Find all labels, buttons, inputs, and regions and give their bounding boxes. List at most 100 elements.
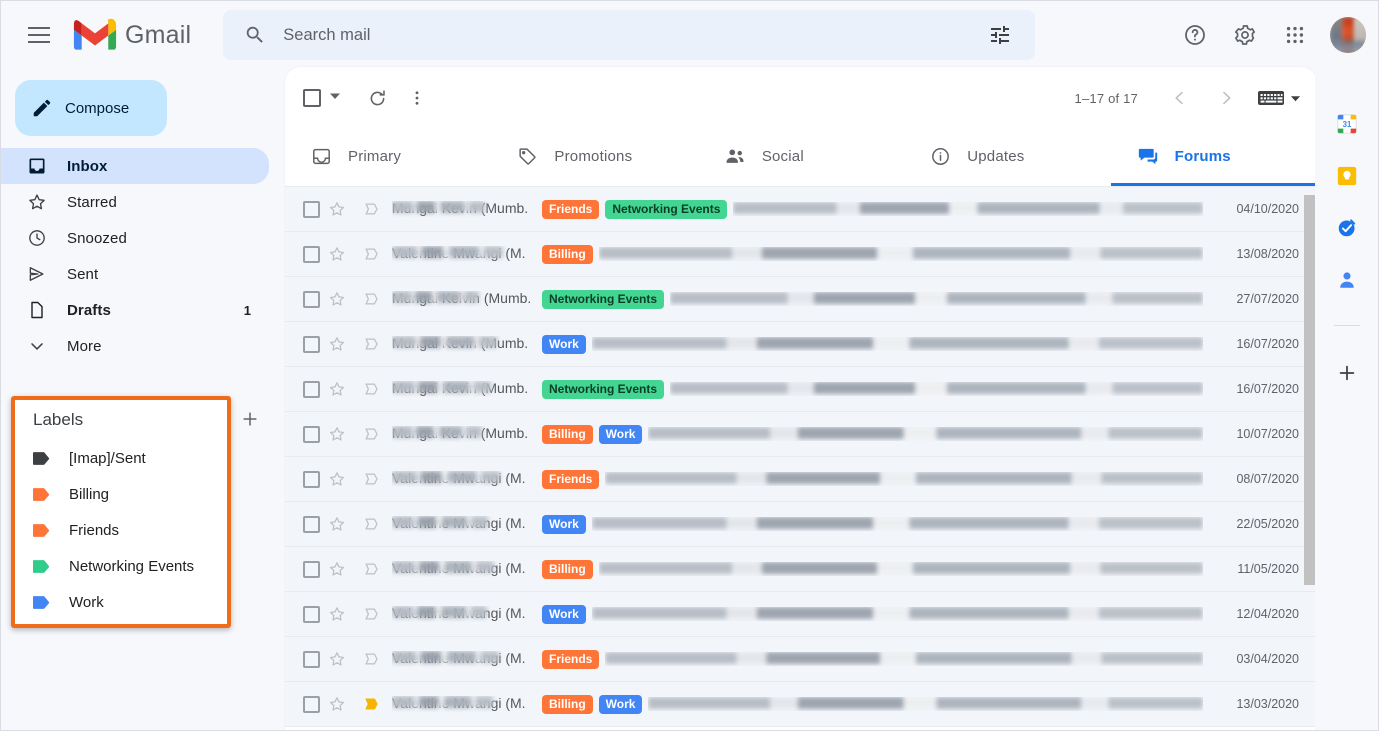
refresh-icon[interactable]	[357, 78, 397, 118]
tab-social[interactable]: Social	[698, 129, 904, 186]
important-marker-icon[interactable]	[354, 200, 388, 218]
star-icon[interactable]	[320, 335, 354, 353]
chevron-left-icon[interactable]	[1160, 78, 1200, 118]
row-checkbox[interactable]	[303, 426, 320, 443]
important-marker-icon[interactable]	[354, 560, 388, 578]
label-chip[interactable]: Friends	[542, 470, 599, 489]
google-keep-icon[interactable]	[1336, 165, 1358, 187]
label-item-networking-events[interactable]: Networking Events	[15, 548, 227, 584]
table-row[interactable]: Valentine Mwangi (M.Friends03/04/2020	[285, 637, 1317, 682]
table-row[interactable]: Valentine Mwangi (M.Friends08/07/2020	[285, 457, 1317, 502]
row-checkbox[interactable]	[303, 291, 320, 308]
label-chip[interactable]: Friends	[542, 200, 599, 219]
row-checkbox[interactable]	[303, 516, 320, 533]
star-icon[interactable]	[320, 515, 354, 533]
row-checkbox[interactable]	[303, 606, 320, 623]
label-chip[interactable]: Work	[542, 605, 586, 624]
table-row[interactable]: Valentine Mwangi (M.Work22/05/2020	[285, 502, 1317, 547]
star-icon[interactable]	[320, 425, 354, 443]
row-checkbox[interactable]	[303, 651, 320, 668]
star-icon[interactable]	[320, 200, 354, 218]
label-chip[interactable]: Work	[542, 335, 586, 354]
star-icon[interactable]	[320, 380, 354, 398]
important-marker-icon[interactable]	[354, 470, 388, 488]
search-icon[interactable]	[235, 15, 275, 55]
table-row[interactable]: Mungai Kevin (Mumb.BillingWork10/07/2020	[285, 412, 1317, 457]
label-chip[interactable]: Friends	[542, 650, 599, 669]
label-item-imap-sent[interactable]: [Imap]/Sent	[15, 440, 227, 476]
row-checkbox[interactable]	[303, 201, 320, 218]
important-marker-icon[interactable]	[354, 380, 388, 398]
label-chip[interactable]: Billing	[542, 695, 593, 714]
label-item-billing[interactable]: Billing	[15, 476, 227, 512]
tab-primary[interactable]: Primary	[285, 129, 491, 186]
list-scrollbar[interactable]	[1304, 195, 1315, 585]
important-marker-icon[interactable]	[354, 425, 388, 443]
important-marker-icon[interactable]	[354, 605, 388, 623]
label-chip[interactable]: Work	[542, 515, 586, 534]
add-addon-icon[interactable]	[1336, 362, 1358, 384]
label-item-work[interactable]: Work	[15, 584, 227, 620]
label-chip[interactable]: Billing	[542, 425, 593, 444]
star-icon[interactable]	[320, 245, 354, 263]
table-row[interactable]: Mungai Kevin (Mumb.Work16/07/2020	[285, 322, 1317, 367]
star-icon[interactable]	[320, 650, 354, 668]
table-row[interactable]: Valentine Mwangi (M.Billing11/05/2020	[285, 547, 1317, 592]
avatar[interactable]	[1330, 17, 1366, 53]
row-checkbox[interactable]	[303, 381, 320, 398]
star-icon[interactable]	[320, 290, 354, 308]
search-bar[interactable]	[223, 10, 1035, 60]
select-all-chevron-down-icon[interactable]	[329, 89, 341, 107]
tab-updates[interactable]: Updates	[904, 129, 1110, 186]
more-vertical-icon[interactable]	[397, 78, 437, 118]
label-chip[interactable]: Billing	[542, 560, 593, 579]
help-icon[interactable]	[1172, 12, 1218, 58]
google-contacts-icon[interactable]	[1336, 269, 1358, 291]
select-all-checkbox[interactable]	[303, 89, 321, 107]
star-icon[interactable]	[320, 695, 354, 713]
label-chip[interactable]: Networking Events	[542, 380, 664, 399]
sidebar-item-snoozed[interactable]: Snoozed	[1, 220, 269, 256]
tab-forums[interactable]: Forums	[1111, 129, 1317, 186]
label-chip[interactable]: Work	[599, 425, 643, 444]
search-filter-icon[interactable]	[977, 12, 1023, 58]
sidebar-item-starred[interactable]: Starred	[1, 184, 269, 220]
label-chip[interactable]: Work	[599, 695, 643, 714]
compose-button[interactable]: Compose	[15, 80, 167, 136]
label-chip[interactable]: Networking Events	[542, 290, 664, 309]
important-marker-icon[interactable]	[354, 245, 388, 263]
sidebar-item-inbox[interactable]: Inbox	[1, 148, 269, 184]
row-checkbox[interactable]	[303, 471, 320, 488]
google-tasks-icon[interactable]	[1336, 217, 1358, 239]
table-row[interactable]: Mungai Kevin (Mumb.Networking Events16/0…	[285, 367, 1317, 412]
row-checkbox[interactable]	[303, 561, 320, 578]
table-row[interactable]: Mungai Kevin (Mumb.FriendsNetworking Eve…	[285, 187, 1317, 232]
gear-icon[interactable]	[1222, 12, 1268, 58]
important-marker-icon[interactable]	[354, 695, 388, 713]
input-tools-button[interactable]	[1252, 84, 1307, 112]
label-chip[interactable]: Billing	[542, 245, 593, 264]
sidebar-item-drafts[interactable]: Drafts 1	[1, 292, 269, 328]
star-icon[interactable]	[320, 470, 354, 488]
row-checkbox[interactable]	[303, 696, 320, 713]
important-marker-icon[interactable]	[354, 515, 388, 533]
row-checkbox[interactable]	[303, 246, 320, 263]
table-row[interactable]: Valentine Mwangi (M.Work12/04/2020	[285, 592, 1317, 637]
star-icon[interactable]	[320, 560, 354, 578]
gmail-brand[interactable]: Gmail	[73, 18, 191, 52]
main-menu-icon[interactable]	[15, 11, 63, 59]
create-label-icon[interactable]	[237, 406, 263, 432]
search-input[interactable]	[275, 26, 977, 45]
label-item-friends[interactable]: Friends	[15, 512, 227, 548]
table-row[interactable]: Valentine Mwangi (M.BillingWork13/03/202…	[285, 682, 1317, 727]
important-marker-icon[interactable]	[354, 290, 388, 308]
chevron-right-icon[interactable]	[1206, 78, 1246, 118]
sidebar-item-more[interactable]: More	[1, 328, 269, 364]
star-icon[interactable]	[320, 605, 354, 623]
row-checkbox[interactable]	[303, 336, 320, 353]
important-marker-icon[interactable]	[354, 650, 388, 668]
table-row[interactable]: Valentine Mwangi (M.Billing13/08/2020	[285, 232, 1317, 277]
important-marker-icon[interactable]	[354, 335, 388, 353]
google-calendar-icon[interactable]: 31	[1336, 113, 1358, 135]
sidebar-item-sent[interactable]: Sent	[1, 256, 269, 292]
